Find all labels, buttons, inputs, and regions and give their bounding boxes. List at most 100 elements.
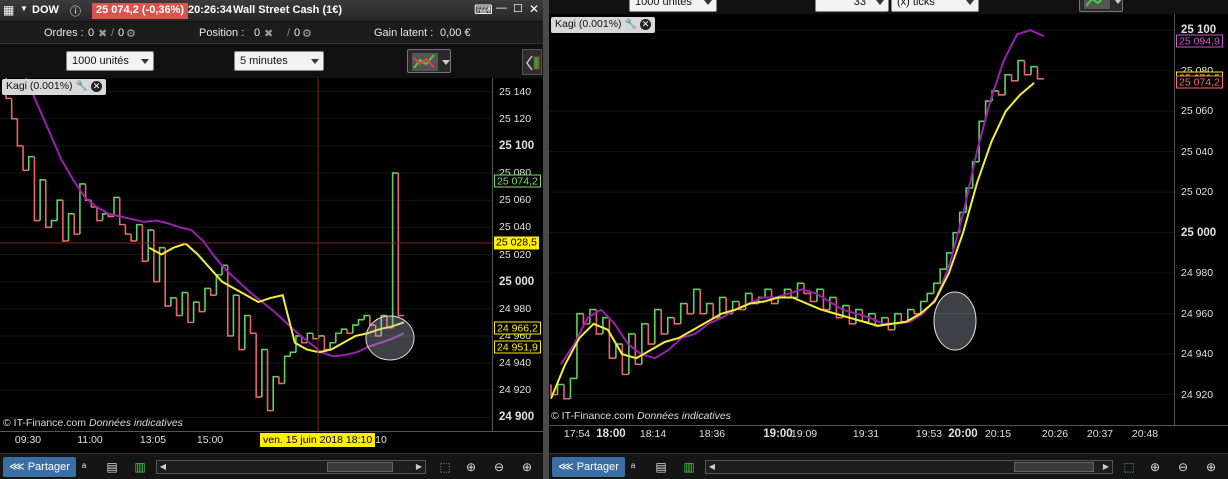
- kagi-segment: [50, 219, 58, 228]
- zoom-fit-icon[interactable]: ⊕: [1147, 459, 1163, 475]
- kagi-segment: [673, 317, 681, 325]
- kagi-segment: [44, 179, 52, 229]
- kagi-segment: [272, 375, 279, 411]
- close-position-icon[interactable]: ✖: [264, 27, 273, 40]
- kagi-segment: [175, 297, 183, 317]
- bar-style-icon[interactable]: ▥: [132, 459, 148, 475]
- x-tick-label: 19:53: [915, 428, 943, 440]
- minimize-icon[interactable]: —: [496, 2, 507, 14]
- position-settings-icon[interactable]: ⚙: [302, 27, 312, 40]
- zoom-out-icon[interactable]: ⊖: [491, 459, 507, 475]
- close-indicator-icon[interactable]: ✕: [640, 18, 651, 30]
- maximize-icon[interactable]: ☐: [513, 2, 523, 15]
- x-tick-label: 10: [375, 434, 387, 446]
- position-label: Position :: [199, 27, 245, 39]
- x-tick-label: 20:26: [1041, 428, 1069, 440]
- scroll-right-icon: ▶: [415, 462, 423, 471]
- chart-type-icon: [412, 53, 450, 71]
- zoom-out-icon[interactable]: ⊖: [1175, 459, 1191, 475]
- drawing-tool-icon[interactable]: ᵃ: [625, 459, 641, 475]
- order-status-bar: Ordres : 0 ✖ / 0 ⚙ Position : 0 ✖ / 0 ⚙ …: [0, 22, 543, 44]
- close-window-icon[interactable]: ✕: [529, 2, 539, 16]
- right-indicator-label[interactable]: Kagi (0.001%) 🔧 ✕: [551, 17, 655, 33]
- right-bottom-toolbar: ⋘ Partager ᵃ ▤ ▥ ◀ ▶ ⬚ ⊕ ⊖ ⊕: [549, 453, 1228, 479]
- left-x-axis[interactable]: ven. 15 juin 2018 18:10 09:30 11:00 13:05 1…: [0, 431, 543, 453]
- autoscale-icon[interactable]: ⬚: [1121, 459, 1137, 475]
- left-horizontal-scrollbar[interactable]: ◀ ▶: [156, 460, 426, 474]
- y-tick-label: 24 900: [499, 411, 535, 424]
- gain-label: Gain latent :: [374, 27, 434, 39]
- scroll-left-icon: ◀: [708, 462, 716, 471]
- kagi-segment: [62, 200, 69, 242]
- left-y-axis[interactable]: 25 140 25 120 25 100 25 080 25 060 25 040 25 0…: [492, 78, 543, 431]
- instrument-name[interactable]: DOW: [32, 4, 59, 16]
- indicator-list-icon[interactable]: ▤: [653, 459, 669, 475]
- panel-toggle-icon: [526, 55, 540, 71]
- order-size-select[interactable]: 1000 unités: [66, 51, 154, 71]
- left-bottom-toolbar: ⋘ Partager ᵃ ▤ ▥ ◀ ▶ ⬚ ⊕ ⊖ ⊕: [0, 453, 543, 479]
- kagi-segment: [56, 199, 63, 221]
- zoom-in-icon[interactable]: ⊕: [519, 459, 535, 475]
- kagi-segment: [397, 173, 404, 317]
- window-grid-icon[interactable]: ▦: [3, 3, 14, 17]
- y-tick-label: 25 060: [499, 194, 532, 207]
- wrench-icon[interactable]: 🔧: [76, 81, 88, 92]
- right-order-size-select[interactable]: 1000 unités: [629, 0, 717, 12]
- right-plot-area[interactable]: Kagi (0.001%) 🔧 ✕ © IT-Finance.com Données…: [549, 14, 1174, 425]
- drawing-tool-icon[interactable]: ᵃ: [76, 459, 92, 475]
- right-x-axis[interactable]: 17:54 18:00 18:14 18:36 19:00 19:09 19:31 19:53…: [549, 425, 1228, 453]
- right-share-button[interactable]: ⋘ Partager: [552, 457, 625, 477]
- kagi-segment: [647, 323, 655, 345]
- bar-style-icon[interactable]: ▥: [681, 459, 697, 475]
- orders-settings-icon[interactable]: ⚙: [126, 27, 136, 40]
- scroll-thumb[interactable]: [327, 462, 393, 472]
- cancel-orders-icon[interactable]: ✖: [98, 27, 107, 40]
- timeframe-select[interactable]: 5 minutes: [234, 51, 324, 71]
- kagi-segment: [641, 322, 649, 365]
- close-indicator-icon[interactable]: ✕: [91, 80, 102, 92]
- y-tick-label: 24 920: [1181, 388, 1214, 401]
- autoscale-icon[interactable]: ⬚: [437, 459, 453, 475]
- x-tick-label: 20:00: [948, 428, 978, 440]
- kagi-segment: [569, 377, 577, 399]
- kagi-segment: [576, 312, 584, 379]
- kagi-segment: [1023, 60, 1032, 76]
- right-chart-type-button[interactable]: [1079, 0, 1123, 12]
- right-y-axis[interactable]: 25 10025 08025 06025 04025 02025 00024 9…: [1174, 14, 1228, 425]
- position-count: 0: [254, 27, 261, 39]
- kagi-segment: [848, 305, 856, 325]
- kagi-segment: [232, 294, 240, 336]
- dropdown-arrow-icon[interactable]: ▼: [20, 4, 28, 13]
- left-plot-area[interactable]: Kagi (0.001%) 🔧 ✕ © IT-Finance.com Données…: [0, 77, 492, 431]
- ticks-value-input[interactable]: 33: [815, 0, 889, 12]
- scroll-thumb[interactable]: [1014, 462, 1094, 472]
- zoom-fit-icon[interactable]: ⊕: [463, 459, 479, 475]
- ticks-unit-select[interactable]: (x) ticks: [891, 0, 979, 12]
- right-horizontal-scrollbar[interactable]: ◀ ▶: [705, 460, 1113, 474]
- wrench-icon[interactable]: 🔧: [625, 19, 637, 30]
- x-tick-label: 20:48: [1131, 428, 1159, 440]
- panel-toggle-button[interactable]: [522, 49, 542, 75]
- kagi-segment: [1010, 74, 1019, 82]
- y-tick-label: 25 020: [1181, 186, 1214, 199]
- kagi-segment: [997, 90, 1006, 96]
- x-tick-label: 17:54: [563, 428, 591, 440]
- y-tick-label: 25 040: [499, 221, 532, 234]
- share-button[interactable]: ⋘ Partager: [3, 457, 76, 477]
- kagi-segment: [1036, 66, 1044, 80]
- left-titlebar: ▦ ▼ DOW ⓘ 25 074,2 (-0,36%) 20:26:34 Wal…: [0, 0, 543, 22]
- y-tick-label: 25 040: [1181, 145, 1214, 158]
- indicator-list-icon[interactable]: ▤: [104, 459, 120, 475]
- y-tick-label: 25 000: [499, 275, 535, 288]
- zoom-in-icon[interactable]: ⊕: [1203, 459, 1219, 475]
- keyboard-icon[interactable]: ⌨: [474, 2, 493, 18]
- kagi-segment: [692, 288, 701, 314]
- info-icon[interactable]: ⓘ: [70, 3, 81, 19]
- kagi-segment: [147, 229, 154, 262]
- kagi-segment: [666, 316, 675, 334]
- left-indicator-label[interactable]: Kagi (0.001%) 🔧 ✕: [2, 79, 106, 95]
- kagi-segment: [16, 118, 24, 147]
- chart-type-button[interactable]: [407, 49, 451, 73]
- y-tick-label: 24 940: [1181, 348, 1214, 361]
- price-label: 24 951,9: [494, 340, 541, 354]
